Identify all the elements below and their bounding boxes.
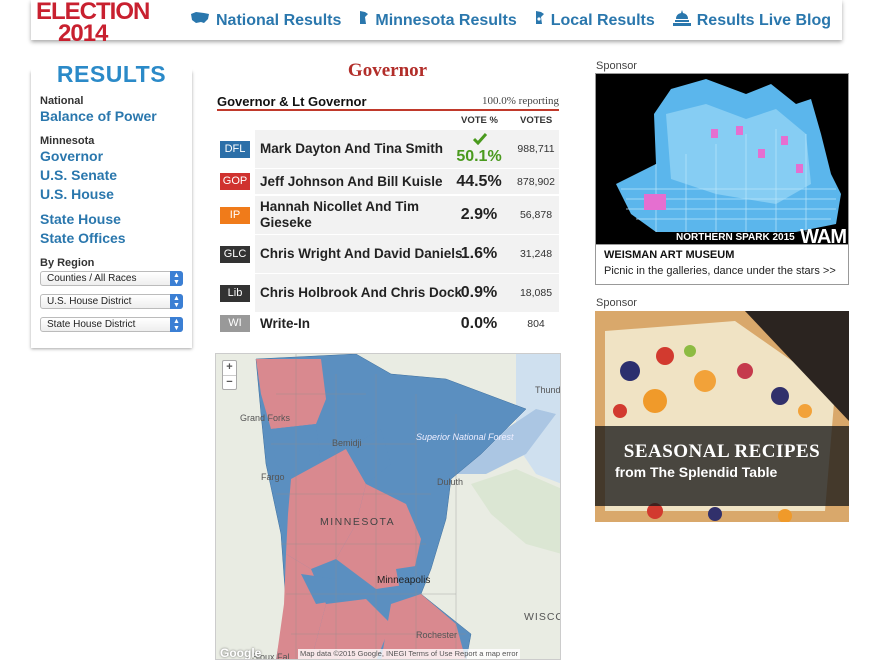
reporting-status: 100.0% reporting (482, 95, 559, 107)
vote-count: 804 (527, 318, 545, 330)
sidebar-title: RESULTS (31, 60, 192, 88)
sidebar-link-state-offices[interactable]: State Offices (40, 230, 126, 247)
county-map-graphic (216, 354, 560, 659)
candidate-name: Chris Wright And David Daniels (260, 246, 463, 261)
ad-title: SEASONAL RECIPES (623, 441, 821, 462)
select-arrows-icon: ▲ ▼ (170, 294, 183, 309)
capitol-icon (672, 10, 691, 32)
us-map-icon (190, 11, 210, 31)
map-label-duluth: Duluth (437, 477, 464, 487)
nav-label: Local Results (550, 12, 655, 29)
nav-label: National Results (216, 12, 342, 29)
region-select-us-house-district[interactable]: U.S. House District ▲ ▼ (40, 294, 183, 309)
map-label-superior-forest: Superior National Forest (416, 432, 514, 442)
vote-count: 988,711 (517, 143, 555, 155)
race-name: Governor & Lt Governor (217, 94, 367, 109)
vote-count: 878,902 (517, 176, 555, 188)
candidate-row: GLC Chris Wright And David Daniels 1.6% 31,… (217, 235, 559, 273)
candidate-row: GOP Jeff Johnson And Bill Kuisle 44.5% 878,… (217, 169, 559, 194)
zoom-in-button[interactable]: + (223, 361, 236, 375)
vote-count: 56,878 (519, 209, 553, 221)
candidate-name: Hannah Nicollet And Tim Gieseke (260, 199, 420, 230)
sponsor-label-2: Sponsor (596, 297, 637, 309)
party-badge: IP (220, 207, 250, 224)
map-label-bemidji: Bemidji (332, 438, 362, 448)
candidate-name: Jeff Johnson And Bill Kuisle (260, 174, 443, 189)
ad-tag: NORTHERN SPARK 2015 (676, 232, 795, 243)
museum-illustration (596, 74, 848, 244)
by-region-label: By Region (40, 257, 95, 269)
map-label-minneapolis: Minneapolis (377, 575, 431, 586)
map-label-fargo: Fargo (261, 472, 285, 482)
ad-subtitle: from The Splendid Table (615, 464, 778, 480)
candidate-name: Chris Holbrook And Chris Dock (260, 285, 463, 300)
region-select-counties[interactable]: Counties / All Races ▲ ▼ (40, 271, 183, 286)
national-label: National (40, 95, 84, 107)
zoom-out-button[interactable]: − (223, 375, 236, 389)
vote-count: 18,085 (519, 287, 553, 299)
candidate-row: IP Hannah Nicollet And Tim Gieseke 2.9% 56,… (217, 196, 559, 234)
map-label-minnesota: MINNESOTA (320, 516, 396, 528)
party-badge: GLC (220, 246, 250, 263)
column-header-votes: VOTES (520, 115, 553, 126)
sidebar-link-us-senate[interactable]: U.S. Senate (40, 167, 117, 184)
vote-percent: 50.1% (456, 148, 502, 165)
nav-label: Minnesota Results (375, 12, 517, 29)
results-sidebar: RESULTS National Balance of Power Minnes… (31, 60, 192, 348)
sidebar-link-governor[interactable]: Governor (40, 148, 103, 165)
select-arrows-icon: ▲ ▼ (170, 271, 183, 286)
vote-count: 31,248 (519, 248, 553, 260)
minnesota-map-icon (359, 11, 369, 31)
vote-percent: 1.6% (460, 245, 498, 262)
candidate-row: WI Write-In 0.0% 804 (217, 313, 559, 334)
map-label-wisconsin: WISCO (524, 611, 561, 623)
column-header-vote-pct: VOTE % (461, 115, 498, 126)
party-badge: DFL (220, 141, 250, 158)
ad-title: WEISMAN ART MUSEUM (604, 249, 735, 261)
race-header: Governor & Lt Governor 100.0% reporting (217, 94, 559, 111)
select-value: State House District (47, 319, 136, 330)
sidebar-link-us-house[interactable]: U.S. House (40, 186, 114, 203)
election-2014-logo[interactable]: ELECTION 2014 (36, 0, 150, 52)
select-arrows-icon: ▲ ▼ (170, 317, 183, 332)
select-value: Counties / All Races (47, 273, 137, 284)
main-nav: National Results Minnesota Results Local… (190, 10, 849, 32)
candidate-row: DFL Mark Dayton And Tina Smith 50.1% 988,71… (217, 130, 559, 168)
candidate-name: Write-In (260, 316, 310, 331)
candidate-row: Lib Chris Holbrook And Chris Dock 0.9% 18,0… (217, 274, 559, 312)
map-label-rochester: Rochester (416, 630, 458, 640)
party-badge: GOP (220, 173, 250, 190)
sidebar-link-balance-of-power[interactable]: Balance of Power (40, 108, 157, 125)
sponsor-label-1: Sponsor (596, 60, 637, 72)
nav-label: Results Live Blog (696, 12, 831, 29)
sponsor-ad-splendid-table[interactable]: SEASONAL RECIPES from The Splendid Table (595, 311, 849, 522)
map-attribution[interactable]: Map data ©2015 Google, INEGI Terms of Us… (298, 649, 520, 659)
region-select-state-house-district[interactable]: State House District ▲ ▼ (40, 317, 183, 332)
local-map-icon (535, 11, 545, 31)
vote-percent: 0.0% (460, 315, 498, 332)
party-badge: WI (220, 315, 250, 332)
results-map[interactable]: + − Thunder Grand Forks Bemidji Superior… (215, 353, 561, 660)
nav-national-results[interactable]: National Results (190, 10, 341, 32)
sidebar-link-state-house[interactable]: State House (40, 211, 121, 228)
nav-local-results[interactable]: Local Results (535, 10, 655, 32)
ad-subtitle: Picnic in the galleries, dance under the… (604, 265, 836, 277)
logo-line2: 2014 (58, 20, 108, 47)
map-zoom-controls: + − (222, 360, 237, 390)
minnesota-label: Minnesota (40, 135, 95, 147)
candidate-name: Mark Dayton And Tina Smith (260, 141, 444, 156)
party-badge: Lib (220, 285, 250, 302)
select-value: U.S. House District (47, 296, 132, 307)
map-label-thunder-bay: Thunder (535, 385, 561, 395)
map-label-grand-forks: Grand Forks (240, 413, 291, 423)
vote-percent: 2.9% (460, 206, 498, 223)
nav-results-live-blog[interactable]: Results Live Blog (672, 10, 831, 32)
google-logo: Google (220, 646, 262, 660)
page-title: Governor (347, 60, 428, 81)
nav-minnesota-results[interactable]: Minnesota Results (359, 10, 517, 32)
vote-percent: 44.5% (456, 173, 502, 190)
sponsor-ad-weisman[interactable]: NORTHERN SPARK 2015 WAM WEISMAN ART MUSE… (595, 73, 849, 285)
vote-percent: 0.9% (460, 284, 498, 301)
